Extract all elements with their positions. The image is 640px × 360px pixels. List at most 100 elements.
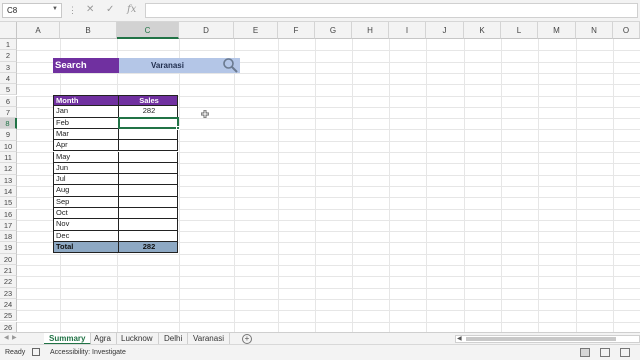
active-cell-selection[interactable] — [118, 117, 179, 129]
table-cell-month[interactable]: May — [53, 151, 119, 163]
search-icon[interactable] — [222, 57, 238, 73]
row-header-3[interactable]: 3 — [0, 61, 17, 73]
horizontal-scrollbar[interactable]: ◀ — [455, 335, 640, 343]
insert-function-icon[interactable]: fx — [127, 4, 136, 15]
column-header-m[interactable]: M — [538, 22, 576, 39]
column-header-h[interactable]: H — [352, 22, 389, 39]
table-header-month[interactable]: Month — [53, 95, 119, 107]
normal-view-icon[interactable] — [580, 348, 590, 357]
row-header-19[interactable]: 19 — [0, 242, 17, 254]
column-header-b[interactable]: B — [60, 22, 117, 39]
enter-icon[interactable]: ✓ — [106, 4, 114, 15]
row-header-10[interactable]: 10 — [0, 140, 17, 152]
row-header-9[interactable]: 9 — [0, 129, 17, 141]
table-cell-month[interactable]: Sep — [53, 196, 119, 208]
page-layout-view-icon[interactable] — [600, 348, 610, 357]
gridline-vertical — [464, 39, 465, 332]
gridline-horizontal — [17, 276, 640, 278]
macro-record-icon[interactable] — [32, 348, 40, 356]
column-header-n[interactable]: N — [576, 22, 613, 39]
scrollbar-thumb[interactable] — [466, 337, 616, 341]
table-cell-sales[interactable] — [118, 219, 178, 231]
row-header-15[interactable]: 15 — [0, 197, 17, 209]
gridline-vertical — [234, 39, 235, 332]
name-box[interactable]: C8 ▼ — [2, 3, 62, 18]
row-header-26[interactable]: 26 — [0, 321, 17, 332]
column-header-e[interactable]: E — [234, 22, 278, 39]
sheet-tabs-bar: ◀ ▶ Summary Agra Lucknow Delhi Varanasi + ◀ — [0, 332, 640, 345]
accessibility-status[interactable]: Accessibility: Investigate — [50, 349, 126, 356]
table-cell-sales[interactable] — [118, 208, 178, 220]
table-total-value[interactable]: 282 — [118, 241, 178, 254]
gridline-vertical — [352, 39, 353, 332]
cancel-icon[interactable]: ✕ — [86, 4, 94, 15]
table-cell-month[interactable]: Jun — [53, 162, 119, 175]
column-header-i[interactable]: I — [389, 22, 426, 39]
gridline-vertical — [179, 39, 180, 332]
row-header-8[interactable]: 8 — [0, 118, 17, 130]
chevron-down-icon[interactable]: ▼ — [52, 6, 58, 12]
row-header-20[interactable]: 20 — [0, 253, 17, 265]
row-header-23[interactable]: 23 — [0, 287, 17, 299]
row-header-13[interactable]: 13 — [0, 174, 17, 186]
table-cell-month[interactable]: Apr — [53, 140, 119, 152]
table-cell-sales[interactable] — [118, 151, 178, 163]
table-cell-sales[interactable] — [118, 185, 178, 197]
table-total-label[interactable]: Total — [53, 241, 119, 254]
table-cell-sales[interactable] — [118, 162, 178, 175]
gridline-horizontal — [17, 72, 640, 74]
gridline-horizontal — [17, 253, 640, 255]
scroll-left-icon[interactable]: ◀ — [457, 335, 462, 342]
table-cell-sales[interactable] — [118, 174, 178, 186]
column-header-g[interactable]: G — [315, 22, 352, 39]
row-header-25[interactable]: 25 — [0, 310, 17, 322]
row-header-14[interactable]: 14 — [0, 185, 17, 198]
table-cell-sales[interactable]: 282 — [118, 106, 178, 118]
row-header-5[interactable]: 5 — [0, 84, 17, 96]
table-cell-sales[interactable] — [118, 128, 178, 141]
table-cell-month[interactable]: Oct — [53, 208, 119, 220]
gridline-vertical — [278, 39, 279, 332]
add-sheet-icon[interactable]: + — [242, 334, 252, 344]
row-header-21[interactable]: 21 — [0, 265, 17, 277]
row-header-4[interactable]: 4 — [0, 72, 17, 85]
select-all-corner[interactable] — [0, 22, 17, 39]
row-header-17[interactable]: 17 — [0, 219, 17, 232]
column-header-c[interactable]: C — [117, 22, 179, 39]
prev-sheet-icon[interactable]: ◀ — [4, 334, 9, 341]
table-header-sales[interactable]: Sales — [118, 95, 178, 107]
row-header-16[interactable]: 16 — [0, 208, 17, 220]
table-cell-month[interactable]: Jul — [53, 174, 119, 186]
gridline-vertical — [576, 39, 577, 332]
gridline-horizontal — [17, 298, 640, 300]
row-header-1[interactable]: 1 — [0, 39, 17, 51]
row-header-22[interactable]: 22 — [0, 276, 17, 288]
column-header-o[interactable]: O — [613, 22, 640, 39]
row-header-18[interactable]: 18 — [0, 231, 17, 243]
formula-input[interactable] — [145, 3, 638, 18]
table-cell-sales[interactable] — [118, 230, 178, 242]
row-header-2[interactable]: 2 — [0, 50, 17, 62]
table-cell-month[interactable]: Mar — [53, 128, 119, 141]
table-cell-month[interactable]: Aug — [53, 185, 119, 197]
row-header-12[interactable]: 12 — [0, 163, 17, 175]
row-header-11[interactable]: 11 — [0, 152, 17, 164]
table-cell-month[interactable]: Dec — [53, 230, 119, 242]
page-break-view-icon[interactable] — [620, 348, 630, 357]
table-cell-month[interactable]: Nov — [53, 219, 119, 231]
next-sheet-icon[interactable]: ▶ — [12, 334, 17, 341]
column-header-f[interactable]: F — [278, 22, 315, 39]
table-cell-sales[interactable] — [118, 196, 178, 208]
column-header-l[interactable]: L — [501, 22, 538, 39]
table-cell-month[interactable]: Jan — [53, 106, 119, 118]
column-header-a[interactable]: A — [17, 22, 60, 39]
row-header-7[interactable]: 7 — [0, 106, 17, 119]
fill-handle[interactable] — [176, 126, 180, 130]
table-cell-month[interactable]: Feb — [53, 117, 119, 129]
column-header-k[interactable]: K — [464, 22, 501, 39]
column-header-d[interactable]: D — [179, 22, 234, 39]
row-header-6[interactable]: 6 — [0, 95, 17, 107]
row-header-24[interactable]: 24 — [0, 298, 17, 311]
column-header-j[interactable]: J — [426, 22, 464, 39]
table-cell-sales[interactable] — [118, 140, 178, 152]
